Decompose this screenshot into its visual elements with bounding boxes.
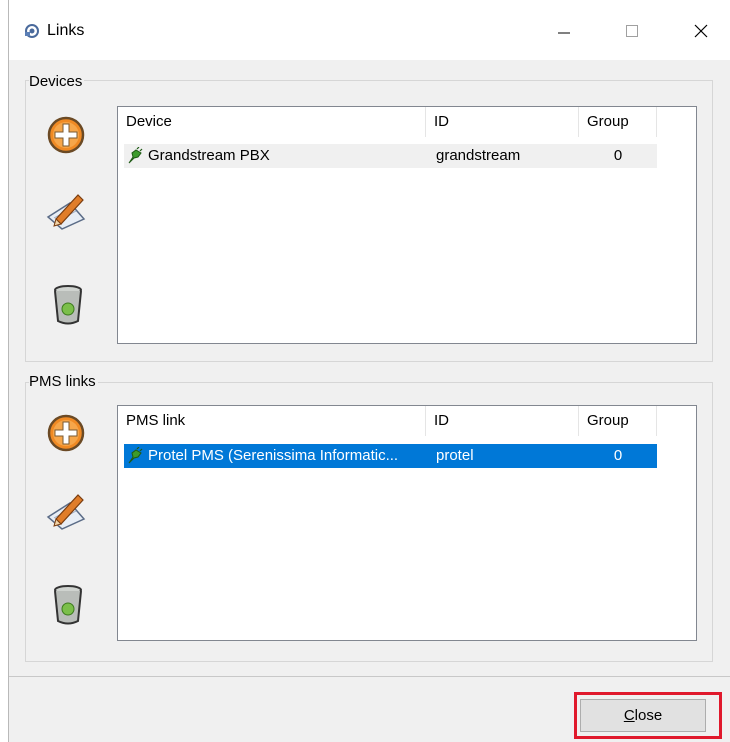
title-bar: Links [9,0,730,60]
device-group: 0 [613,147,623,164]
device-row[interactable]: Grandstream PBX grandstream 0 [124,144,657,168]
add-pms-link-button[interactable] [43,410,89,456]
add-icon [47,414,85,452]
minimize-button[interactable] [541,14,587,48]
devices-list-header: Device ID Group [118,107,696,137]
pms-links-list-header: PMS link ID Group [118,406,696,436]
column-header-group[interactable]: Group [579,107,657,137]
devices-list[interactable]: Device ID Group Grandstream PBX grandstr… [117,106,697,344]
links-app-icon [25,24,39,38]
column-header-pms-link[interactable]: PMS link [118,406,426,436]
maximize-button[interactable] [609,14,655,48]
connector-icon [128,147,143,164]
device-id: grandstream [436,147,521,164]
device-name: Grandstream PBX [148,147,270,164]
trash-icon [54,285,82,325]
devices-group-label: Devices [29,73,85,90]
column-header-id[interactable]: ID [426,107,579,137]
trash-icon [54,585,82,625]
edit-device-button[interactable] [43,188,89,234]
add-icon [47,116,85,154]
edit-icon [46,494,86,530]
maximize-icon [626,25,638,37]
window-title: Links [47,22,85,39]
pms-links-list[interactable]: PMS link ID Group Protel PMS (Serenissim… [117,405,697,641]
links-window: Links Devices Device ID Group Grandstrea… [8,0,730,742]
minimize-icon [558,32,570,34]
close-icon [694,24,708,38]
column-header-device[interactable]: Device [118,107,426,137]
column-header-group[interactable]: Group [579,406,657,436]
add-device-button[interactable] [43,112,89,158]
close-button-highlight [574,692,722,739]
delete-device-button[interactable] [45,282,91,328]
pms-links-group-label: PMS links [29,373,98,390]
connector-icon [128,447,143,464]
pms-link-id: protel [436,447,474,464]
pms-link-row[interactable]: Protel PMS (Serenissima Informatic... pr… [124,444,657,468]
pms-link-name: Protel PMS (Serenissima Informatic... [148,447,399,464]
footer-separator [9,676,730,677]
close-window-button[interactable] [678,14,724,48]
delete-pms-link-button[interactable] [45,582,91,628]
edit-icon [46,194,86,230]
edit-pms-link-button[interactable] [43,488,89,534]
pms-link-group: 0 [613,447,623,464]
column-header-id[interactable]: ID [426,406,579,436]
